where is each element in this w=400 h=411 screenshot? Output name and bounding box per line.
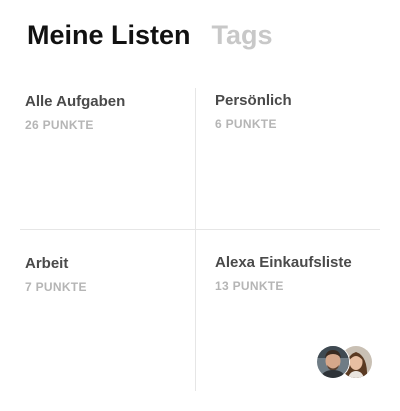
avatar-man-icon <box>316 345 350 379</box>
shared-members-avatars[interactable] <box>316 345 373 379</box>
list-count: 7 PUNKTE <box>25 280 87 294</box>
list-title: Alle Aufgaben <box>25 93 126 110</box>
horizontal-divider <box>20 229 380 230</box>
list-card-arbeit[interactable]: Arbeit 7 PUNKTE <box>25 255 87 294</box>
list-count: 13 PUNKTE <box>215 279 284 293</box>
list-title: Alexa Einkaufsliste <box>215 254 352 271</box>
list-title: Arbeit <box>25 255 69 272</box>
list-tabs: Meine Listen Tags <box>27 20 273 51</box>
vertical-divider <box>195 88 196 391</box>
list-card-alexa-einkaufsliste[interactable]: Alexa Einkaufsliste 13 PUNKTE <box>215 254 352 293</box>
list-title: Persönlich <box>215 92 292 109</box>
list-card-alle-aufgaben[interactable]: Alle Aufgaben 26 PUNKTE <box>25 93 125 132</box>
tab-meine-listen[interactable]: Meine Listen <box>27 20 191 51</box>
list-count: 26 PUNKTE <box>25 118 94 132</box>
list-count: 6 PUNKTE <box>215 117 277 131</box>
list-card-persoenlich[interactable]: Persönlich 6 PUNKTE <box>215 92 292 131</box>
tab-tags[interactable]: Tags <box>212 20 273 51</box>
